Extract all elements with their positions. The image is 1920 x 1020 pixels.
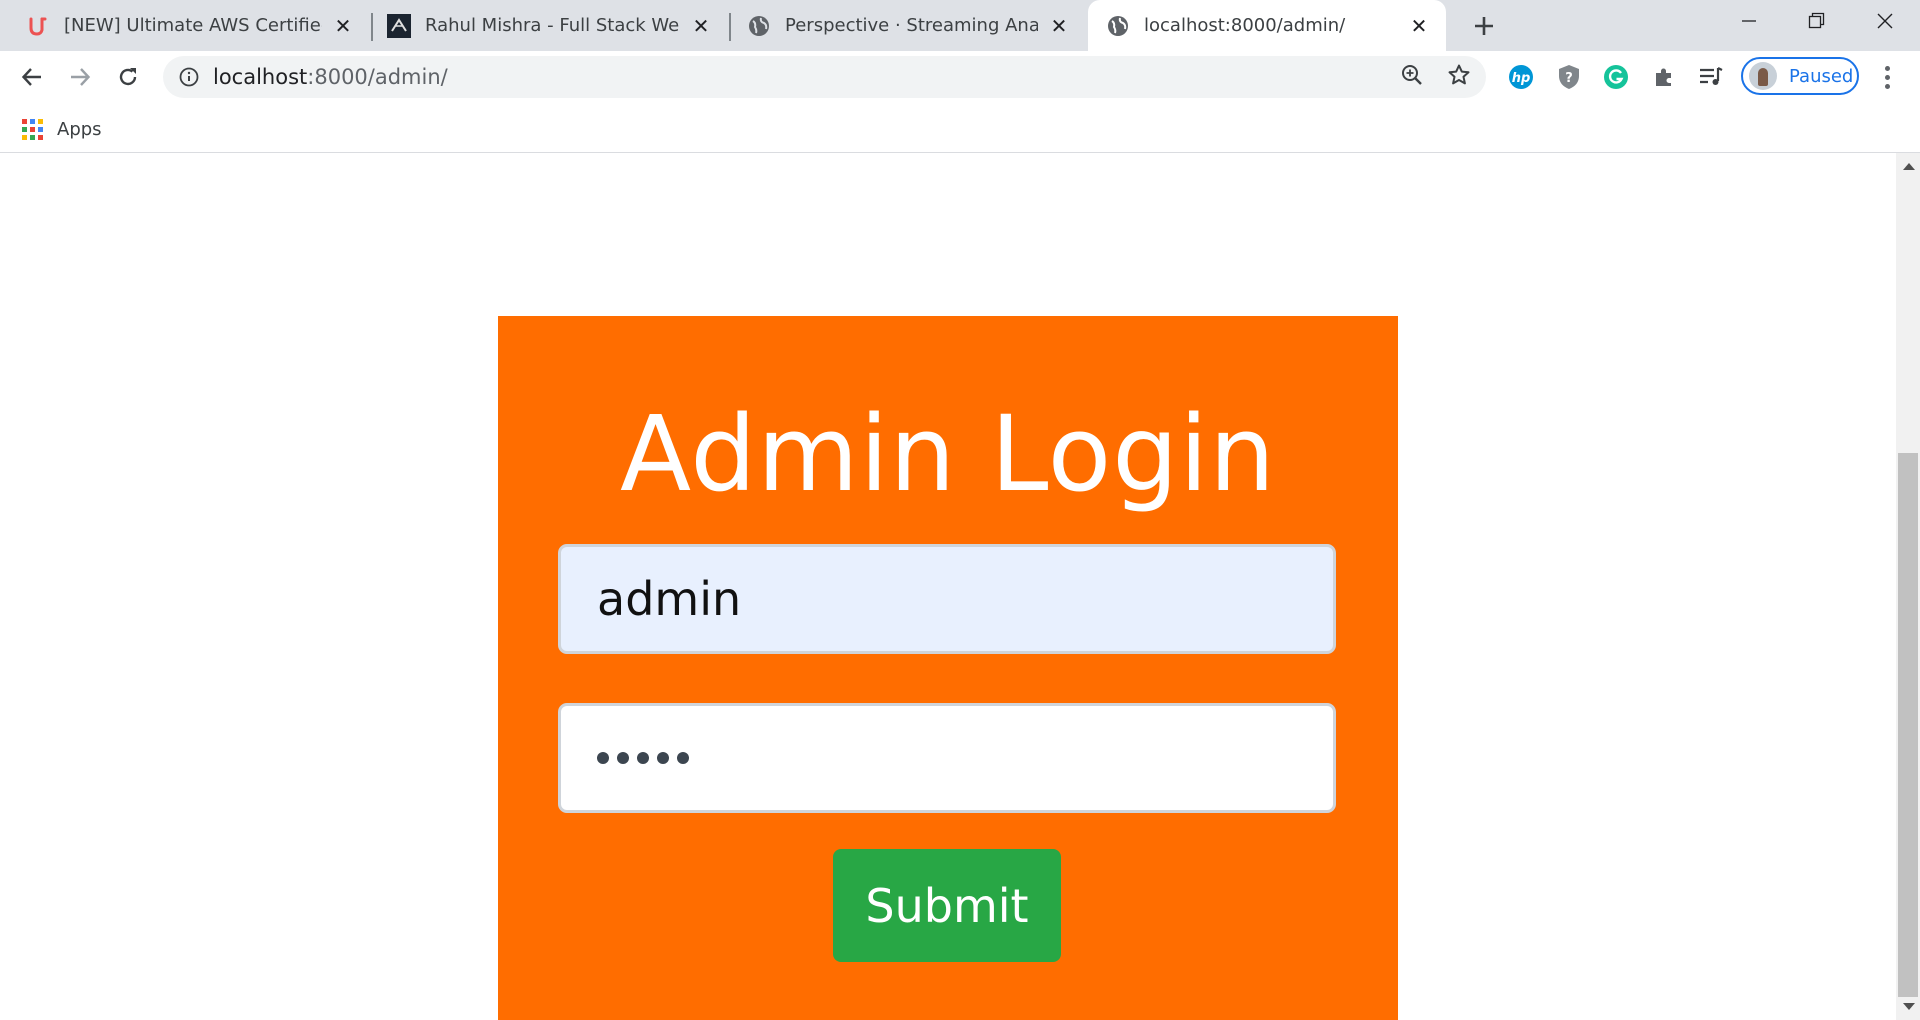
media-controls-icon[interactable] bbox=[1695, 61, 1727, 93]
bookmark-star-icon[interactable] bbox=[1443, 59, 1475, 91]
tab-perspective[interactable]: Perspective · Streaming Analytics ✕ bbox=[731, 0, 1086, 51]
tab-title: Perspective · Streaming Analytics bbox=[785, 15, 1038, 36]
scroll-down-arrow-icon[interactable] bbox=[1903, 1003, 1915, 1010]
site-logo-icon bbox=[387, 13, 411, 38]
back-button[interactable] bbox=[14, 59, 50, 95]
close-tab-icon[interactable]: ✕ bbox=[1408, 14, 1430, 38]
profile-button[interactable]: Paused bbox=[1741, 57, 1859, 95]
browser-toolbar: localhost:8000/admin/ hp ? Paused bbox=[0, 51, 1920, 104]
site-info-icon[interactable] bbox=[177, 65, 201, 89]
scroll-up-arrow-icon[interactable] bbox=[1903, 163, 1915, 170]
url-host: localhost bbox=[213, 65, 308, 89]
username-input[interactable]: admin bbox=[558, 544, 1336, 654]
login-card: Admin Login admin Submit bbox=[498, 316, 1398, 1020]
close-tab-icon[interactable]: ✕ bbox=[690, 14, 712, 38]
tab-localhost-admin[interactable]: localhost:8000/admin/ ✕ bbox=[1088, 0, 1446, 51]
submit-label: Submit bbox=[865, 878, 1029, 933]
page-title: Admin Login bbox=[619, 393, 1277, 515]
bookmarks-bar: Apps bbox=[0, 104, 1920, 153]
close-window-button[interactable] bbox=[1850, 0, 1920, 42]
url-text: localhost:8000/admin/ bbox=[213, 65, 448, 89]
restore-button[interactable] bbox=[1782, 0, 1852, 42]
password-input[interactable] bbox=[558, 703, 1336, 813]
profile-status-label: Paused bbox=[1789, 65, 1854, 87]
password-dot bbox=[657, 752, 669, 764]
udemy-icon bbox=[26, 14, 50, 38]
globe-icon bbox=[747, 14, 771, 38]
password-dot bbox=[617, 752, 629, 764]
shield-extension-icon[interactable]: ? bbox=[1553, 61, 1585, 93]
svg-text:?: ? bbox=[1565, 71, 1573, 86]
close-tab-icon[interactable]: ✕ bbox=[332, 14, 354, 38]
forward-button[interactable] bbox=[62, 59, 98, 95]
apps-label: Apps bbox=[57, 118, 102, 140]
apps-shortcut[interactable]: Apps bbox=[22, 116, 102, 142]
hp-extension-icon[interactable]: hp bbox=[1505, 61, 1537, 93]
password-dot bbox=[677, 752, 689, 764]
zoom-icon[interactable] bbox=[1396, 59, 1428, 91]
tab-strip: [NEW] Ultimate AWS Certified Cl ✕ Rahul … bbox=[0, 0, 1920, 51]
address-bar[interactable]: localhost:8000/admin/ bbox=[163, 56, 1486, 98]
apps-grid-icon bbox=[22, 118, 43, 140]
tab-title: Rahul Mishra - Full Stack Web De bbox=[425, 15, 680, 36]
tab-title: localhost:8000/admin/ bbox=[1144, 15, 1346, 36]
new-tab-button[interactable] bbox=[1466, 8, 1502, 44]
grammarly-icon[interactable] bbox=[1600, 61, 1632, 93]
password-dot bbox=[637, 752, 649, 764]
url-path: :8000/admin/ bbox=[307, 65, 448, 89]
tab-rahul-mishra[interactable]: Rahul Mishra - Full Stack Web De ✕ bbox=[373, 0, 728, 51]
globe-icon bbox=[1106, 14, 1130, 38]
scrollbar-thumb[interactable] bbox=[1898, 453, 1918, 997]
submit-button[interactable]: Submit bbox=[833, 849, 1061, 962]
extensions-puzzle-icon[interactable] bbox=[1648, 61, 1680, 93]
page-viewport: Admin Login admin Submit bbox=[0, 153, 1896, 1020]
browser-menu-icon[interactable] bbox=[1872, 61, 1902, 93]
tab-title: [NEW] Ultimate AWS Certified Cl bbox=[64, 15, 322, 36]
close-tab-icon[interactable]: ✕ bbox=[1048, 14, 1070, 38]
svg-text:hp: hp bbox=[1512, 71, 1531, 86]
avatar bbox=[1749, 62, 1777, 90]
vertical-scrollbar[interactable] bbox=[1896, 153, 1920, 1020]
password-dot bbox=[597, 752, 609, 764]
reload-button[interactable] bbox=[110, 59, 146, 95]
password-mask bbox=[597, 752, 689, 764]
tab-udemy[interactable]: [NEW] Ultimate AWS Certified Cl ✕ bbox=[0, 0, 370, 51]
username-value: admin bbox=[597, 572, 742, 626]
minimize-button[interactable] bbox=[1714, 0, 1784, 42]
